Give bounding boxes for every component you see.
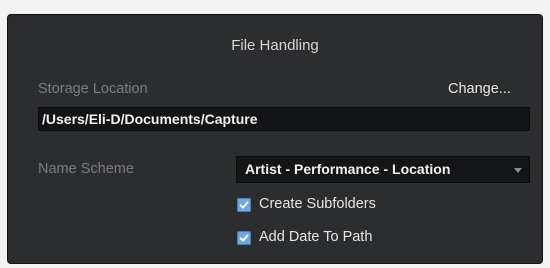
file-handling-panel: File Handling Storage Location Change...… (7, 14, 543, 264)
name-scheme-value: Artist - Performance - Location (245, 161, 451, 177)
chevron-down-icon (514, 168, 522, 173)
storage-location-label: Storage Location (38, 81, 148, 97)
add-date-to-path-label: Add Date To Path (259, 229, 373, 245)
add-date-to-path-checkbox[interactable] (237, 231, 251, 245)
change-location-button[interactable]: Change... (448, 81, 511, 97)
checkmark-icon (239, 234, 249, 242)
panel-title: File Handling (231, 37, 319, 54)
name-scheme-select[interactable]: Artist - Performance - Location (236, 156, 530, 183)
name-scheme-label: Name Scheme (38, 161, 134, 177)
storage-path-field[interactable]: /Users/Eli-D/Documents/Capture (38, 107, 530, 131)
checkmark-icon (239, 201, 249, 209)
create-subfolders-label: Create Subfolders (259, 196, 376, 212)
create-subfolders-checkbox[interactable] (237, 198, 251, 212)
